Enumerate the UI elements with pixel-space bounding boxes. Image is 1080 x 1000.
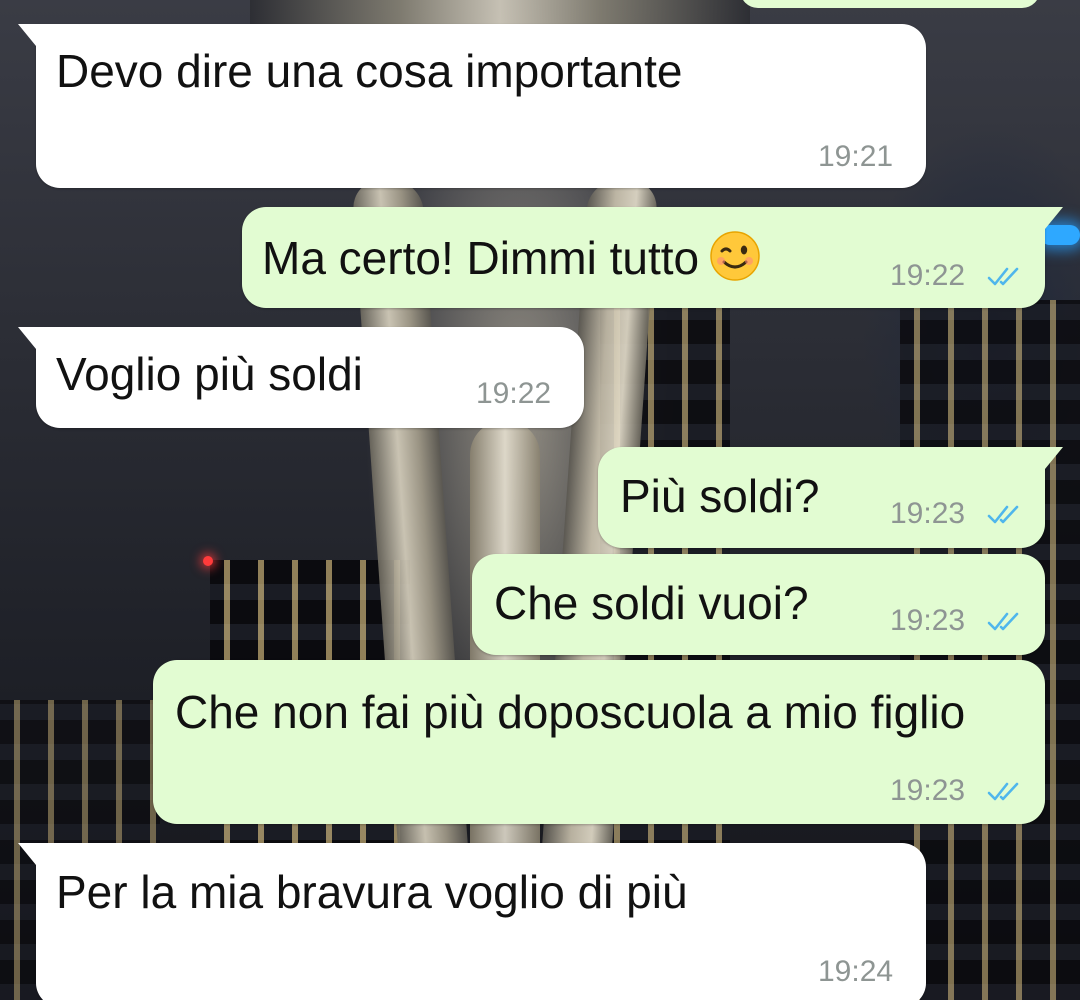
double-check-icon: [987, 505, 1019, 524]
chat-conversation: Devo dire una cosa importante 19:21 Ma c…: [0, 0, 1080, 1000]
message-time: 19:24: [818, 955, 894, 988]
message-time: 19:23: [890, 774, 966, 807]
message-text: Per la mia bravura voglio di più: [56, 866, 688, 918]
wallpaper-tower-top: [250, 0, 750, 26]
message-time: 19:23: [890, 497, 966, 530]
double-check-icon: [987, 267, 1019, 286]
message-text: Che non fai più doposcuola a mio figlio: [175, 686, 966, 738]
message-text: Più soldi?: [620, 470, 820, 522]
message-text: Devo dire una cosa importante: [56, 45, 683, 97]
outgoing-message-bubble[interactable]: Più soldi? 19:23: [598, 447, 1063, 548]
message-text: Ma certo! Dimmi tutto: [262, 229, 761, 287]
incoming-message-bubble[interactable]: Voglio più soldi 19:22: [18, 327, 584, 428]
winking-face-emoji-icon: [710, 231, 760, 281]
outgoing-message-bubble[interactable]: Ma certo! Dimmi tutto 19:22: [242, 207, 1063, 308]
message-text: Che soldi vuoi?: [494, 577, 809, 629]
message-time: 19:23: [890, 604, 966, 637]
wallpaper-light: [203, 556, 213, 566]
message-time: 19:21: [818, 140, 894, 173]
incoming-message-bubble[interactable]: Devo dire una cosa importante 19:21: [18, 24, 926, 188]
double-check-icon: [987, 782, 1019, 801]
message-time: 19:22: [476, 377, 552, 410]
outgoing-message-bubble[interactable]: Che soldi vuoi? 19:23: [472, 554, 1045, 655]
incoming-message-bubble[interactable]: Per la mia bravura voglio di più 19:24: [18, 843, 926, 1000]
message-text: Voglio più soldi: [56, 348, 363, 400]
double-check-icon: [987, 612, 1019, 631]
previous-message-bubble[interactable]: [740, 0, 1040, 8]
message-time: 19:22: [890, 259, 966, 292]
message-text-content: Ma certo! Dimmi tutto: [262, 232, 700, 284]
outgoing-message-bubble[interactable]: Che non fai più doposcuola a mio figlio …: [153, 660, 1045, 824]
